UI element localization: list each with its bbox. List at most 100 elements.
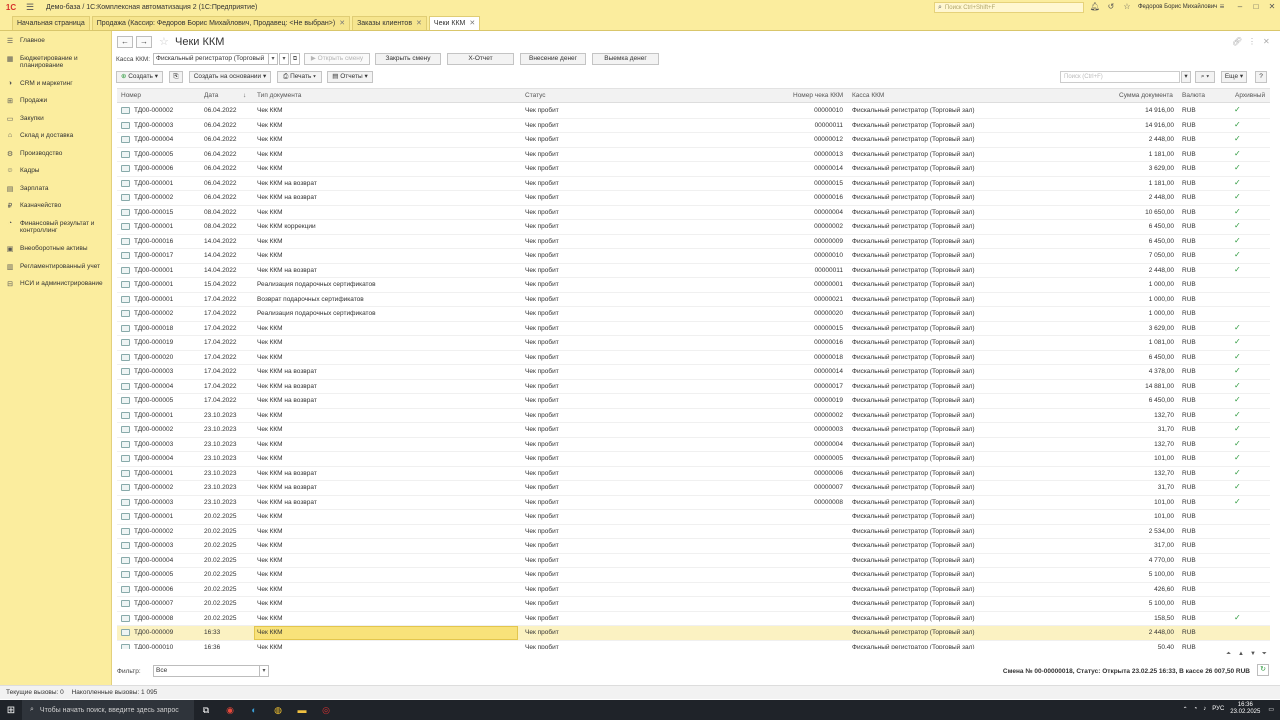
col-status[interactable]: Статус	[525, 92, 546, 99]
sidebar-item-staff[interactable]: ☺ Кадры	[0, 167, 112, 174]
table-row[interactable]: ТД00-000003 17.04.2022 Чек ККМ на возврат Ч…	[117, 365, 1270, 380]
table-row[interactable]: ТД00-000009 16:33 Чек ККМ Чек пробит Фискаль…	[117, 626, 1270, 641]
sidebar-item-finance[interactable]: ◔ Финансовый результат и контроллинг	[0, 220, 112, 234]
tray-arrow-icon[interactable]: ⌃	[1183, 706, 1188, 713]
create-based-button[interactable]: Создать на основании ▾	[189, 71, 271, 83]
favorites-icon[interactable]: ☆	[1121, 2, 1133, 11]
link-icon[interactable]: 🔗︎	[1232, 37, 1242, 46]
table-row[interactable]: ТД00-000001 15.04.2022 Реализация подарочн…	[117, 278, 1270, 293]
table-row[interactable]: ТД00-000004 20.02.2025 Чек ККМ Чек пробит Фи…	[117, 554, 1270, 568]
sidebar-item-salary[interactable]: ▤ Зарплата	[0, 185, 112, 193]
search-button[interactable]: ⌕ ▾	[1195, 71, 1215, 83]
scroll-top-icon[interactable]: ⏶	[1226, 651, 1231, 658]
table-row[interactable]: ТД00-000019 17.04.2022 Чек ККМ Чек пробит 00…	[117, 336, 1270, 351]
table-row[interactable]: ТД00-000006 06.04.2022 Чек ККМ Чек пробит 00…	[117, 162, 1270, 177]
table-row[interactable]: ТД00-000003 20.02.2025 Чек ККМ Чек пробит Фи…	[117, 539, 1270, 554]
filter-select[interactable]: Все	[153, 665, 269, 677]
table-row[interactable]: ТД00-000003 06.04.2022 Чек ККМ Чек пробит 00…	[117, 119, 1270, 133]
cash-out-button[interactable]: Выемка денег	[592, 53, 659, 65]
taskbar-search-input[interactable]: ⌕ Чтобы начать поиск, введите здесь запр…	[22, 700, 194, 720]
kkm-open-icon[interactable]: ⧉	[290, 53, 300, 65]
scroll-bottom-icon[interactable]: ⏷	[1262, 651, 1267, 658]
table-row[interactable]: ТД00-000001 23.10.2023 Чек ККМ на возврат Ч…	[117, 467, 1270, 481]
minimize-icon[interactable]: –	[1234, 2, 1246, 11]
col-kkm[interactable]: Касса ККМ	[852, 92, 884, 99]
table-row[interactable]: ТД00-000001 20.02.2025 Чек ККМ Чек пробит Фи…	[117, 510, 1270, 525]
table-row[interactable]: ТД00-000016 14.04.2022 Чек ККМ Чек пробит 00…	[117, 235, 1270, 249]
reports-button[interactable]: ▤ Отчеты ▾	[327, 71, 373, 83]
clock[interactable]: 16:36 23.02.2025	[1230, 702, 1260, 716]
tab-kkm-checks[interactable]: Чеки ККМ ✕	[428, 16, 481, 30]
sidebar-item-purchase[interactable]: ▭ Закупки	[0, 115, 112, 123]
sidebar-item-budget[interactable]: ▦ Бюджетирование и планирование	[0, 55, 112, 69]
table-row[interactable]: ТД00-000002 17.04.2022 Реализация подарочн…	[117, 307, 1270, 322]
table-row[interactable]: ТД00-000015 08.04.2022 Чек ККМ Чек пробит 00…	[117, 206, 1270, 220]
network-icon[interactable]: ◔	[1194, 706, 1198, 712]
back-button[interactable]: ←	[117, 36, 133, 48]
user-name[interactable]: Федоров Борис Михайлович	[1138, 4, 1217, 10]
sidebar-item-nsi[interactable]: ⊟ НСИ и администрирование	[0, 280, 112, 288]
file-explorer-icon[interactable]: ▬	[290, 700, 314, 720]
search-clear-icon[interactable]: ▾	[1181, 71, 1191, 83]
history-icon[interactable]: ↺	[1105, 2, 1117, 11]
sidebar-item-menu[interactable]: ☰ Главное	[0, 37, 112, 45]
maximize-icon[interactable]: □	[1250, 2, 1262, 11]
kkm-dropdown-icon[interactable]: ▾	[268, 53, 278, 65]
table-row[interactable]: ТД00-000003 23.10.2023 Чек ККМ Чек пробит 00…	[117, 438, 1270, 452]
windows-start-icon[interactable]: ⊞	[0, 705, 22, 716]
global-search-input[interactable]: ⌕ Поиск Ctrl+Shift+F	[934, 2, 1084, 13]
table-row[interactable]: ТД00-000004 23.10.2023 Чек ККМ Чек пробит 00…	[117, 452, 1270, 467]
table-row[interactable]: ТД00-000004 06.04.2022 Чек ККМ Чек пробит 00…	[117, 133, 1270, 148]
x-report-button[interactable]: Х-Отчет	[447, 53, 514, 65]
col-check-number[interactable]: Номер чека ККМ	[793, 92, 843, 99]
close-tab-icon[interactable]: ✕	[416, 20, 422, 27]
help-button[interactable]: ?	[1255, 71, 1267, 83]
table-row[interactable]: ТД00-000001 08.04.2022 Чек ККМ коррекции Че…	[117, 220, 1270, 235]
sidebar-item-crm[interactable]: ◑ CRM и маркетинг	[0, 80, 112, 87]
col-archived[interactable]: Архивный	[1235, 92, 1265, 99]
forward-button[interactable]: →	[136, 36, 152, 48]
col-number[interactable]: Номер	[121, 92, 141, 99]
tab-orders[interactable]: Заказы клиентов ✕	[352, 16, 427, 30]
scroll-down-icon[interactable]: ▼	[1250, 651, 1256, 657]
close-tab-icon[interactable]: ✕	[469, 20, 475, 27]
table-row[interactable]: ТД00-000020 17.04.2022 Чек ККМ Чек пробит 00…	[117, 351, 1270, 365]
table-row[interactable]: ТД00-000005 06.04.2022 Чек ККМ Чек пробит 00…	[117, 148, 1270, 162]
scroll-up-icon[interactable]: ▲	[1238, 651, 1244, 657]
list-search-input[interactable]: Поиск (Ctrl+F)	[1060, 71, 1180, 83]
chrome-icon[interactable]: ◉	[218, 700, 242, 720]
table-row[interactable]: ТД00-000001 14.04.2022 Чек ККМ на возврат Ч…	[117, 264, 1270, 278]
recorder-icon[interactable]: ◎	[314, 700, 338, 720]
col-currency[interactable]: Валюта	[1182, 92, 1205, 99]
settings-icon[interactable]: ≡	[1216, 2, 1228, 11]
create-button[interactable]: ⊕ Создать ▾	[116, 71, 163, 83]
close-shift-button[interactable]: Закрыть смену	[375, 53, 441, 65]
kkm-select[interactable]: Фискальный регистратор (Торговый	[153, 53, 277, 65]
main-menu-icon[interactable]: ☰	[22, 2, 38, 13]
tab-sale[interactable]: Продажа (Кассир: Федоров Борис Михайлови…	[91, 16, 351, 30]
sidebar-item-assets[interactable]: ▣ Внеоборотные активы	[0, 245, 112, 253]
table-row[interactable]: ТД00-000005 20.02.2025 Чек ККМ Чек пробит Фи…	[117, 568, 1270, 583]
cash-in-button[interactable]: Внесение денег	[520, 53, 586, 65]
table-row[interactable]: ТД00-000010 16:36 Чек ККМ Чек пробит Фискаль…	[117, 641, 1270, 649]
table-row[interactable]: ТД00-000004 17.04.2022 Чек ККМ на возврат Ч…	[117, 380, 1270, 394]
open-shift-button[interactable]: ▶ Открыть смену	[304, 53, 370, 65]
table-row[interactable]: ТД00-000018 17.04.2022 Чек ККМ Чек пробит 00…	[117, 322, 1270, 336]
table-row[interactable]: ТД00-000001 06.04.2022 Чек ККМ на возврат Ч…	[117, 177, 1270, 191]
more-vertical-icon[interactable]: ⋮	[1248, 37, 1256, 46]
kkm-dropdown-list-icon[interactable]: ▾	[279, 53, 289, 65]
col-date[interactable]: Дата	[204, 92, 218, 99]
notifications-icon[interactable]: ▭	[1268, 706, 1274, 713]
col-sum[interactable]: Сумма документа	[1119, 92, 1173, 99]
table-row[interactable]: ТД00-000006 20.02.2025 Чек ККМ Чек пробит Фи…	[117, 583, 1270, 597]
table-row[interactable]: ТД00-000017 14.04.2022 Чек ККМ Чек пробит 00…	[117, 249, 1270, 264]
selected-cell[interactable]	[254, 626, 518, 640]
table-row[interactable]: ТД00-000007 20.02.2025 Чек ККМ Чек пробит Фи…	[117, 597, 1270, 612]
bell-icon[interactable]: 🔔︎	[1089, 2, 1101, 11]
print-button[interactable]: ⎙ Печать ▾	[277, 71, 322, 83]
col-doc-type[interactable]: Тип документа	[257, 92, 301, 99]
table-row[interactable]: ТД00-000002 23.10.2023 Чек ККМ на возврат Ч…	[117, 481, 1270, 496]
volume-icon[interactable]: ♪	[1203, 706, 1206, 712]
close-form-icon[interactable]: ✕	[1263, 37, 1270, 46]
onec-app-icon[interactable]: ◍	[266, 700, 290, 720]
